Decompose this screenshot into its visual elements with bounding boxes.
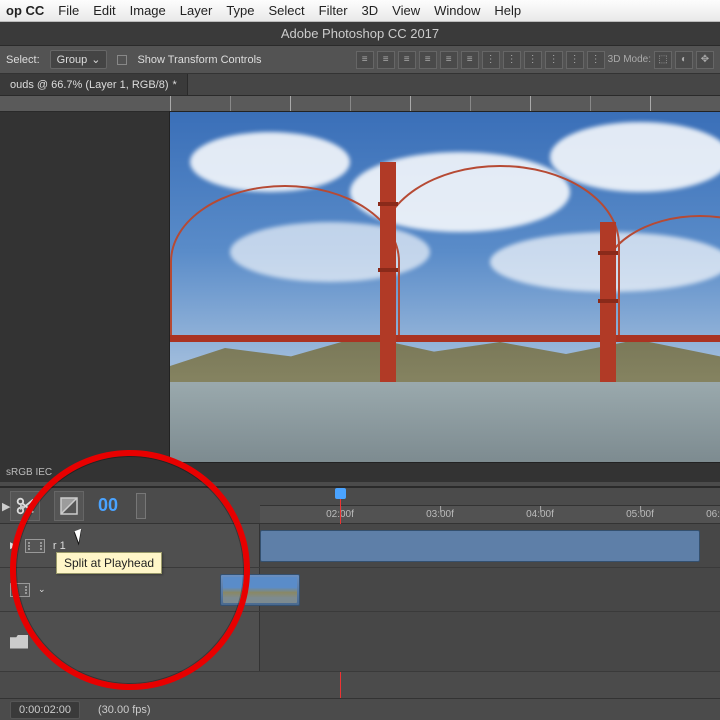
mode-3d-icon[interactable]: ◐ [675, 51, 693, 69]
distribute-icon[interactable]: ⋮ [524, 51, 542, 69]
color-profile-label: sRGB IEC [6, 467, 52, 478]
track-name: r 1 [53, 540, 66, 552]
mode-3d-label: 3D Mode: [608, 51, 651, 69]
track-lane[interactable] [260, 524, 720, 567]
menu-3d[interactable]: 3D [362, 3, 379, 18]
auto-select-value: Group [57, 54, 88, 66]
auto-select-label: Select: [6, 54, 40, 66]
menu-window[interactable]: Window [434, 3, 480, 18]
app-name[interactable]: op CC [6, 3, 44, 18]
menu-type[interactable]: Type [226, 3, 254, 18]
mac-menubar: op CC File Edit Image Layer Type Select … [0, 0, 720, 22]
align-icon[interactable]: ≡ [461, 51, 479, 69]
align-icons-group: ≡ ≡ ≡ ≡ ≡ ≡ ⋮ ⋮ ⋮ ⋮ ⋮ ⋮ 3D Mode: ⬚ ◐ ✥ [356, 51, 714, 69]
distribute-icon[interactable]: ⋮ [503, 51, 521, 69]
mode-3d-icon[interactable]: ✥ [696, 51, 714, 69]
distribute-icon[interactable]: ⋮ [566, 51, 584, 69]
video-clip-thumbnail[interactable] [220, 574, 300, 606]
frame-indicator-icon [136, 493, 146, 519]
disclosure-triangle-icon[interactable]: ▶ [10, 540, 17, 551]
document-tab[interactable]: ouds @ 66.7% (Layer 1, RGB/8) * [0, 74, 188, 95]
align-icon[interactable]: ≡ [356, 51, 374, 69]
photoshop-titlebar: Adobe Photoshop CC 2017 [0, 22, 720, 46]
align-icon[interactable]: ≡ [440, 51, 458, 69]
menu-filter[interactable]: Filter [319, 3, 348, 18]
show-transform-label: Show Transform Controls [137, 54, 261, 66]
distribute-icon[interactable]: ⋮ [545, 51, 563, 69]
chevron-down-icon[interactable]: ⌄ [38, 584, 46, 595]
document-modified-indicator: * [173, 79, 177, 91]
align-icon[interactable]: ≡ [419, 51, 437, 69]
timeline-ruler[interactable]: 02:00f 03:00f 04:00f 05:00f 06:00f [260, 505, 720, 523]
empty-track [0, 612, 720, 672]
video-track: ⌄ [0, 568, 720, 612]
timeline-tick: 06:00f [706, 509, 720, 520]
chevron-down-icon: ⌄ [91, 53, 100, 66]
menu-select[interactable]: Select [269, 3, 305, 18]
timeline-tick: 04:00f [526, 509, 554, 520]
filmstrip-icon [10, 583, 30, 597]
show-transform-checkbox[interactable] [117, 55, 127, 65]
align-icon[interactable]: ≡ [377, 51, 395, 69]
distribute-icon[interactable]: ⋮ [587, 51, 605, 69]
document-image [170, 112, 720, 462]
play-button[interactable]: ▶ [2, 500, 16, 513]
canvas-area[interactable]: sRGB IEC [0, 112, 720, 482]
next-frame-button[interactable]: ▸ [20, 500, 34, 513]
transition-button[interactable] [54, 491, 84, 521]
horizontal-ruler [0, 96, 720, 112]
track-lane[interactable] [260, 568, 720, 611]
menu-edit[interactable]: Edit [93, 3, 115, 18]
menu-file[interactable]: File [58, 3, 79, 18]
document-tab-bar: ouds @ 66.7% (Layer 1, RGB/8) * [0, 74, 720, 96]
mode-3d-icon[interactable]: ⬚ [654, 51, 672, 69]
video-clip[interactable] [260, 530, 700, 562]
timeline-tracks: ▶ r 1 ⌄ [0, 524, 720, 672]
align-icon[interactable]: ≡ [398, 51, 416, 69]
tooltip-text: Split at Playhead [64, 556, 154, 570]
menu-help[interactable]: Help [494, 3, 521, 18]
fps-display: (30.00 fps) [98, 704, 151, 716]
timeline-tick: 05:00f [626, 509, 654, 520]
tooltip: Split at Playhead [56, 552, 162, 574]
timeline-panel: 00 02:00f 03:00f 04:00f 05:00f 06:00f ▶ … [0, 486, 720, 720]
track-header[interactable] [0, 612, 260, 671]
titlebar-text: Adobe Photoshop CC 2017 [281, 26, 439, 41]
menu-view[interactable]: View [392, 3, 420, 18]
current-time-display[interactable]: 0:00:02:00 [10, 701, 80, 719]
distribute-icon[interactable]: ⋮ [482, 51, 500, 69]
track-lane[interactable] [260, 612, 720, 671]
filmstrip-icon [25, 539, 45, 553]
timeline-header: 00 02:00f 03:00f 04:00f 05:00f 06:00f [0, 488, 720, 524]
menu-layer[interactable]: Layer [180, 3, 213, 18]
folder-icon [10, 635, 28, 649]
playback-controls: ◂ ▶ ▸ [0, 500, 34, 513]
transition-icon [59, 496, 79, 516]
document-tab-label: ouds @ 66.7% (Layer 1, RGB/8) [10, 79, 169, 91]
options-bar: Select: Group ⌄ Show Transform Controls … [0, 46, 720, 74]
timeline-status-bar: 0:00:02:00 (30.00 fps) [0, 698, 720, 720]
menu-image[interactable]: Image [130, 3, 166, 18]
timeline-timecode[interactable]: 00 [98, 495, 118, 516]
auto-select-dropdown[interactable]: Group ⌄ [50, 50, 108, 69]
timeline-tick: 03:00f [426, 509, 454, 520]
